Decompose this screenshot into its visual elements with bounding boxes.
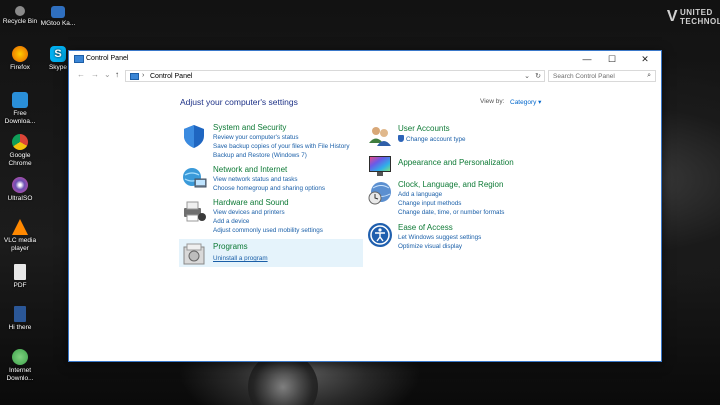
category-title[interactable]: Clock, Language, and Region <box>398 180 503 189</box>
category-title[interactable]: Hardware and Sound <box>213 198 289 207</box>
category-link[interactable]: Optimize visual display <box>398 243 462 250</box>
vlc-icon <box>12 219 28 235</box>
category-link[interactable]: Change input methods <box>398 200 461 207</box>
category-link[interactable]: Add a device <box>213 218 249 225</box>
network-icon <box>183 168 207 188</box>
desktop-icon-chrome[interactable]: Google Chrome <box>0 134 40 168</box>
programs-icon <box>183 243 205 265</box>
category-programs: Programs Uninstall a program <box>179 239 363 267</box>
category-link[interactable]: Adjust commonly used mobility settings <box>213 227 323 234</box>
globe-icon <box>12 349 28 365</box>
control-panel-content: Adjust your computer's settings View by:… <box>69 83 661 361</box>
maximize-button[interactable]: ☐ <box>600 51 624 67</box>
printer-icon <box>184 201 206 222</box>
category-title[interactable]: User Accounts <box>398 124 450 133</box>
category-link[interactable]: Save backup copies of your files with Fi… <box>213 143 350 150</box>
category-hardware-sound: Hardware and Sound View devices and prin… <box>181 198 361 238</box>
firefox-icon <box>12 46 28 62</box>
address-field[interactable]: › Control Panel ⌄ ↻ <box>125 70 545 82</box>
uac-shield-icon <box>398 135 404 142</box>
window-title: Control Panel <box>86 55 129 62</box>
search-icon[interactable]: ⌕ <box>647 72 651 80</box>
desktop-icon-internet-download[interactable]: Internet Downlo... <box>0 349 40 383</box>
category-link[interactable]: Choose homegroup and sharing options <box>213 185 325 192</box>
category-title[interactable]: Appearance and Personalization <box>398 158 514 167</box>
pdf-file-icon <box>14 264 26 280</box>
desktop-icon-recycle-bin[interactable]: Recycle Bin <box>0 6 40 26</box>
category-link[interactable]: Add a language <box>398 191 442 198</box>
document-icon <box>14 306 26 322</box>
desktop-icon-hi-there[interactable]: Hi there <box>0 306 40 332</box>
recent-locations-icon[interactable]: ⌄ <box>104 70 111 80</box>
chevron-down-icon[interactable]: ⌄ <box>524 72 530 80</box>
ease-of-access-icon <box>368 223 392 247</box>
breadcrumb-separator: › <box>142 72 145 79</box>
category-title[interactable]: Network and Internet <box>213 165 287 174</box>
category-link[interactable]: Review your computer's status <box>213 134 299 141</box>
category-title[interactable]: Programs <box>213 242 248 251</box>
download-icon <box>12 92 28 108</box>
monitor-icon <box>369 156 391 176</box>
skype-icon: S <box>50 46 66 62</box>
back-arrow-icon[interactable]: ← <box>77 70 85 80</box>
desktop-icon-pdf[interactable]: PDF <box>0 264 40 290</box>
breadcrumb-control-panel[interactable]: Control Panel <box>150 73 192 80</box>
category-link[interactable]: Backup and Restore (Windows 7) <box>213 152 307 159</box>
category-link[interactable]: View devices and printers <box>213 209 285 216</box>
view-by-label: View by: <box>480 98 505 105</box>
page-title: Adjust your computer's settings <box>180 97 298 107</box>
category-user-accounts: User Accounts Change account type <box>367 123 567 149</box>
desktop-icon-free-download[interactable]: Free Downloa... <box>0 92 40 126</box>
watermark-logo: V UNITED TECHNOLOGY <box>666 8 720 26</box>
category-title[interactable]: System and Security <box>213 123 286 132</box>
chrome-icon <box>12 134 28 150</box>
category-ease-of-access: Ease of Access Let Windows suggest setti… <box>367 222 567 254</box>
clock-icon <box>368 182 391 205</box>
shield-icon <box>184 125 204 148</box>
category-link[interactable]: Change account type <box>398 135 466 143</box>
search-input[interactable]: Search Control Panel ⌕ <box>548 70 656 82</box>
forward-arrow-icon[interactable]: → <box>91 70 99 80</box>
minimize-button[interactable]: — <box>575 51 599 67</box>
uninstall-program-link[interactable]: Uninstall a program <box>213 255 268 262</box>
category-clock-language: Clock, Language, and Region Add a langua… <box>367 180 567 220</box>
refresh-icon[interactable]: ↻ <box>535 72 541 80</box>
desktop-icon-ultraiso[interactable]: UltraISO <box>0 177 40 203</box>
close-button[interactable]: ✕ <box>633 51 657 67</box>
desktop-icon-mgtoo[interactable]: MGtoo Ka... <box>38 6 78 28</box>
control-panel-icon <box>74 55 84 63</box>
category-link[interactable]: Let Windows suggest settings <box>398 234 481 241</box>
category-title[interactable]: Ease of Access <box>398 223 453 232</box>
view-by-dropdown[interactable]: Category ▾ <box>510 98 541 106</box>
category-link[interactable]: Change date, time, or number formats <box>398 209 504 216</box>
recycle-bin-icon <box>15 6 25 16</box>
desktop-icon-firefox[interactable]: Firefox <box>0 46 40 72</box>
disc-icon <box>12 177 28 193</box>
category-link[interactable]: View network status and tasks <box>213 176 298 183</box>
up-arrow-icon[interactable]: ↑ <box>115 70 119 80</box>
category-appearance: Appearance and Personalization <box>367 153 567 179</box>
title-bar[interactable]: Control Panel — ☐ ✕ <box>69 51 661 67</box>
control-panel-window: Control Panel — ☐ ✕ ← → ⌄ ↑ › Control Pa… <box>68 50 662 362</box>
search-placeholder: Search Control Panel <box>553 73 615 80</box>
desktop-icon-vlc[interactable]: VLC media player <box>0 219 40 253</box>
category-network-internet: Network and Internet View network status… <box>181 165 361 197</box>
category-system-security: System and Security Review your computer… <box>181 123 361 163</box>
app-icon <box>51 6 65 18</box>
users-icon <box>369 127 391 146</box>
control-panel-icon <box>130 73 139 80</box>
address-bar-row: ← → ⌄ ↑ › Control Panel ⌄ ↻ Search Contr… <box>69 67 661 83</box>
